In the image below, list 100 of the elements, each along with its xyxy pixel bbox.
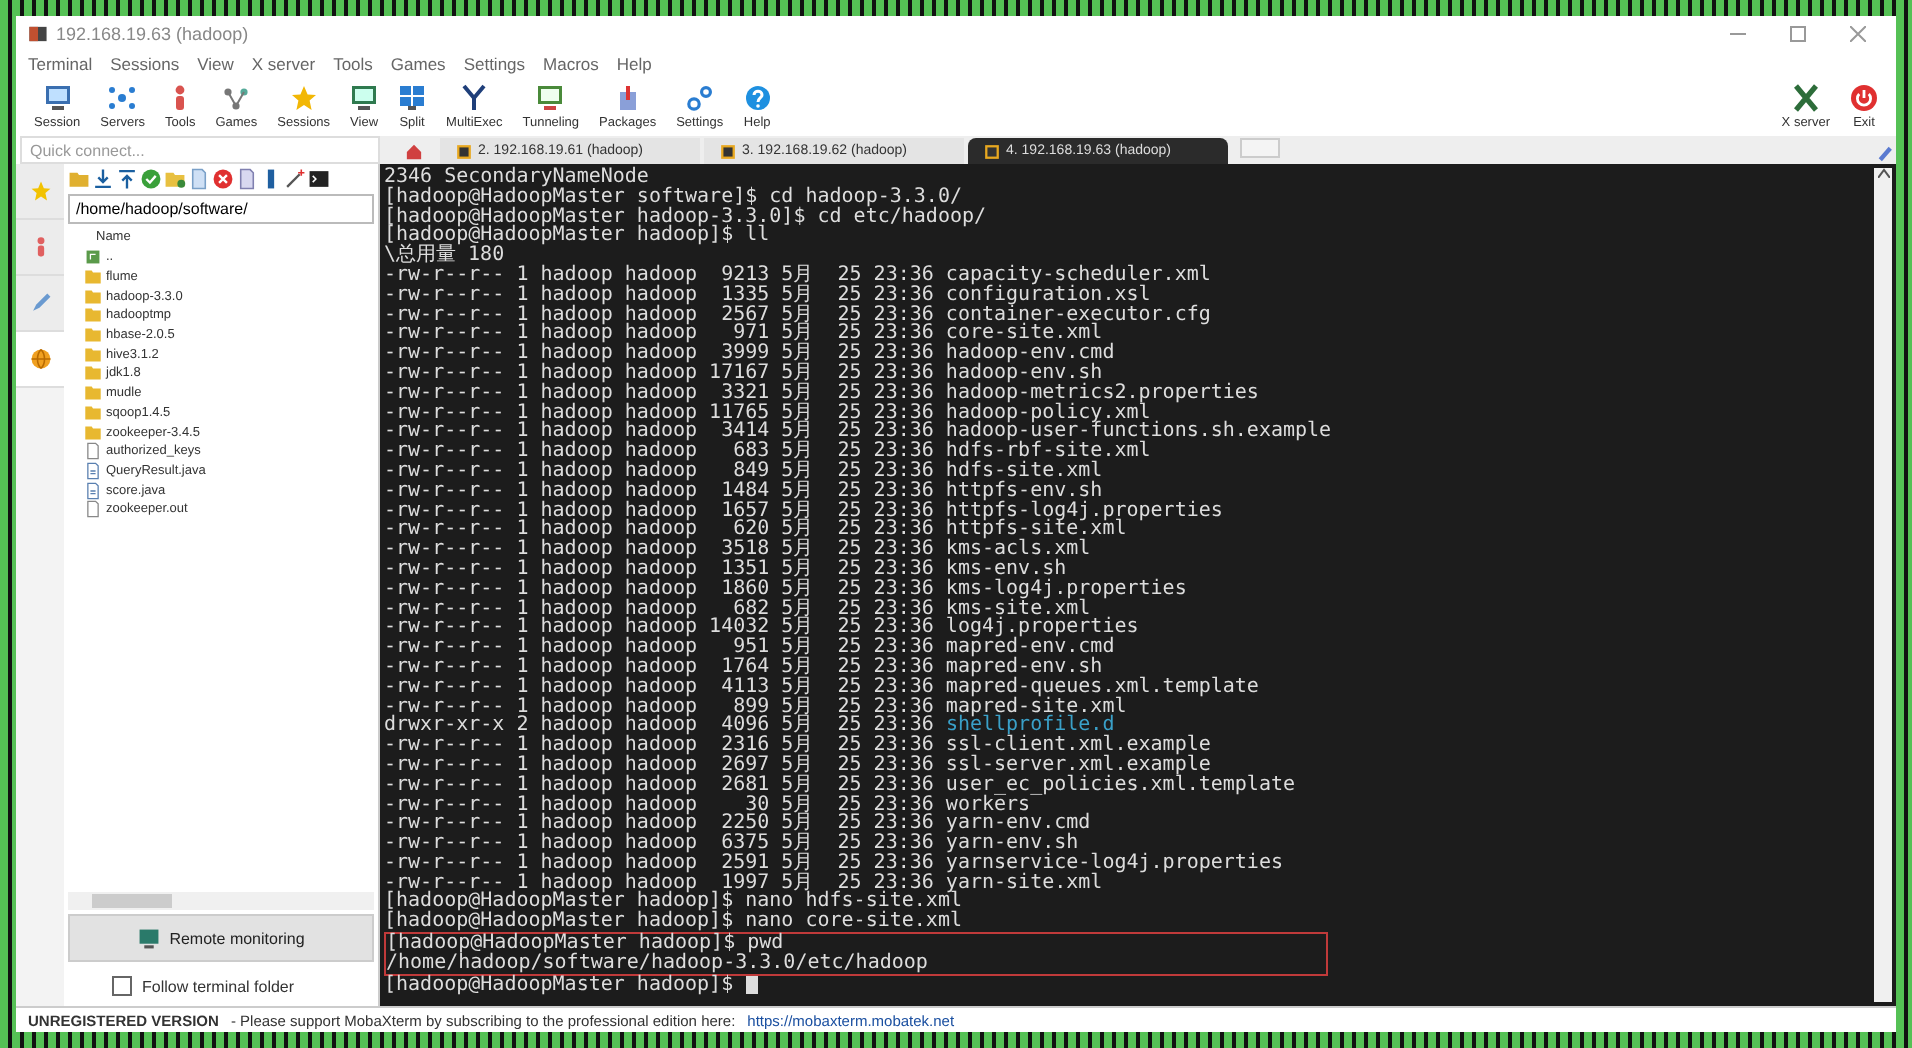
terminal-line: -rw-r--r-- 1 hadoop hadoop 30 5月 25 23:36 workers <box>384 795 1031 815</box>
terminal-line: [hadoop@HadoopMaster hadoop]$ ll <box>384 226 770 247</box>
menu-item[interactable]: Settings <box>463 54 526 74</box>
document-icon <box>84 500 102 519</box>
terminal-line: -rw-r--r-- 1 hadoop hadoop 4113 5月 25 23:36 mapred-queues.xml.template <box>384 677 1261 698</box>
terminal-line: [hadoop@HadoopMaster hadoop]$ <box>384 973 736 996</box>
star-icon <box>289 83 318 111</box>
new-tab-button[interactable] <box>1240 138 1280 158</box>
terminal-line: -rw-r--r-- 1 hadoop hadoop 1997 5月 25 23:36 yarn-site.xml <box>384 873 1103 893</box>
nodes-icon <box>222 83 251 111</box>
terminal[interactable] <box>380 164 1896 1006</box>
terminal-line: [hadoop@HadoopMaster hadoop-3.3.0]$ cd etc/hadoop/ <box>384 207 989 227</box>
terminal-line: -rw-r--r-- 1 hadoop hadoop 951 5月 25 23:36 mapred-env.cmd <box>384 638 1115 658</box>
parent-folder-icon <box>84 248 102 267</box>
terminal-line: [hadoop@HadoopMaster software]$ cd hadoop-3.3.0/ <box>384 187 962 208</box>
maximize-icon[interactable] <box>1790 26 1806 42</box>
terminal-line: -rw-r--r-- 1 hadoop hadoop 14032 5月 25 23:36 log4j.properties <box>384 618 1141 639</box>
terminal-line: -rw-r--r-- 1 hadoop hadoop 683 5月 25 23:36 hdfs-rbf-site.xml <box>384 442 1151 462</box>
sidebar-tab[interactable] <box>16 276 64 332</box>
upload-icon <box>116 168 138 190</box>
close-icon[interactable] <box>1850 26 1866 42</box>
monitor-icon <box>350 83 379 111</box>
terminal-line: -rw-r--r-- 1 hadoop hadoop 899 5月 25 23:36 mapred-site.xml <box>384 697 1127 717</box>
menu-item[interactable]: X server <box>251 54 316 74</box>
path-field[interactable]: /home/hadoop/software/ <box>68 194 374 224</box>
network-icon <box>108 83 137 111</box>
fork-icon <box>460 83 489 111</box>
vertical-scrollbar[interactable] <box>1874 168 1892 1002</box>
terminal-line: -rw-r--r-- 1 hadoop hadoop 2697 5月 25 23:36 ssl-server.xml.example <box>384 755 1211 776</box>
terminal-line: -rw-r--r-- 1 hadoop hadoop 971 5月 25 23:36 core-site.xml <box>384 324 1103 345</box>
terminal-line: -rw-r--r-- 1 hadoop hadoop 1860 5月 25 23:36 kms-log4j.properties <box>384 579 1189 600</box>
scroll-up-icon[interactable] <box>1877 168 1889 178</box>
remote-monitoring-button[interactable]: Remote monitoring <box>68 914 374 962</box>
app-icon <box>28 24 48 44</box>
terminal-line: -rw-r--r-- 1 hadoop hadoop 2591 5月 25 23:36 yarnservice-log4j.properties <box>384 853 1285 874</box>
terminal-icon <box>456 143 472 159</box>
terminal-line: [hadoop@HadoopMaster hadoop]$ pwd <box>386 934 784 954</box>
menu-item[interactable]: Tools <box>333 54 373 74</box>
terminal-line: -rw-r--r-- 1 hadoop hadoop 2681 5月 25 23:36 user_ec_policies.xml.template <box>384 775 1298 795</box>
menu-item[interactable]: Sessions <box>110 54 180 74</box>
document-icon <box>188 168 210 190</box>
power-icon <box>1850 83 1878 111</box>
folder-icon <box>164 168 186 190</box>
document-icon <box>84 461 102 480</box>
globe-icon <box>29 348 51 370</box>
terminal-line: -rw-r--r-- 1 hadoop hadoop 11765 5月 25 23:36 hadoop-policy.xml <box>384 403 1151 423</box>
terminal-icon <box>984 143 1000 159</box>
paperclip-icon <box>1876 144 1896 164</box>
star-icon <box>29 180 51 202</box>
terminal-line: -rw-r--r-- 1 hadoop hadoop 1764 5月 25 23:36 mapred-env.sh <box>384 657 1103 678</box>
x-icon <box>1791 83 1820 111</box>
split-screen-icon <box>398 83 427 111</box>
terminal-line: -rw-r--r-- 1 hadoop hadoop 9213 5月 25 23:36 capacity-scheduler.xml <box>384 265 1213 286</box>
menu-item[interactable]: View <box>197 54 234 74</box>
terminal-line: -rw-r--r-- 1 hadoop hadoop 2250 5月 25 23:36 yarn-env.cmd <box>384 814 1093 835</box>
monitor-icon <box>536 83 565 111</box>
terminal-icon <box>720 143 736 159</box>
terminal-line: /home/hadoop/software/hadoop-3.3.0/etc/hadoop <box>386 953 930 974</box>
terminal-line: drwxr-xr-x 2 hadoop hadoop 4096 5月 25 23:36 shellprofile.d <box>384 716 1115 737</box>
terminal-line: -rw-r--r-- 1 hadoop hadoop 849 5月 25 23:36 hdfs-site.xml <box>384 461 1105 482</box>
menu-item[interactable]: Macros <box>543 54 599 74</box>
terminal-line: -rw-r--r-- 1 hadoop hadoop 6375 5月 25 23:36 yarn-env.sh <box>384 834 1079 854</box>
quick-connect-field[interactable]: Quick connect... <box>20 136 380 164</box>
document-icon <box>84 481 102 500</box>
gears-icon <box>685 83 714 111</box>
document-icon <box>84 442 102 461</box>
terminal-line: 2346 SecondaryNameNode <box>384 168 649 188</box>
terminal-line: -rw-r--r-- 1 hadoop hadoop 682 5月 25 23:36 kms-site.xml <box>384 599 1091 619</box>
terminal-line: -rw-r--r-- 1 hadoop hadoop 620 5月 25 23:36 httpfs-site.xml <box>384 520 1127 541</box>
horizontal-scrollbar[interactable] <box>68 892 374 910</box>
checkbox[interactable] <box>112 976 132 996</box>
terminal-line: \总用量 180 <box>384 246 505 266</box>
terminal-line: -rw-r--r-- 1 hadoop hadoop 2567 5月 25 23:36 container-executor.cfg <box>384 305 1213 325</box>
menu-item[interactable]: Games <box>390 54 446 74</box>
terminal-line: -rw-r--r-- 1 hadoop hadoop 1335 5月 25 23:36 configuration.xsl <box>384 285 1151 306</box>
sidebar-tab[interactable] <box>16 220 64 276</box>
terminal-line: [hadoop@HadoopMaster hadoop]$ nano core-site.xml <box>384 912 964 933</box>
terminal-line: -rw-r--r-- 1 hadoop hadoop 1351 5月 25 23:36 kms-env.sh <box>384 559 1067 580</box>
folder-icon <box>68 168 90 190</box>
download-icon <box>92 168 114 190</box>
terminal-line: -rw-r--r-- 1 hadoop hadoop 3414 5月 25 23:36 hadoop-user-functions.sh.example <box>384 422 1334 443</box>
terminal-line: -rw-r--r-- 1 hadoop hadoop 2316 5月 25 23:36 ssl-client.xml.example <box>384 736 1213 756</box>
menu-item[interactable]: Terminal <box>28 54 93 74</box>
monitor-icon <box>137 927 160 949</box>
menu-item[interactable]: Help <box>616 54 652 74</box>
sidebar-tab[interactable] <box>16 332 64 388</box>
terminal-line: -rw-r--r-- 1 hadoop hadoop 1484 5月 25 23:36 httpfs-env.sh <box>384 481 1103 502</box>
checkbox-label: Follow terminal folder <box>142 977 295 995</box>
terminal-line: -rw-r--r-- 1 hadoop hadoop 3999 5月 25 23:36 hadoop-env.cmd <box>384 344 1117 364</box>
terminal-line: -rw-r--r-- 1 hadoop hadoop 3321 5月 25 23:36 hadoop-metrics2.properties <box>384 383 1261 404</box>
terminal-line: -rw-r--r-- 1 hadoop hadoop 17167 5月 25 23:36 hadoop-env.sh <box>384 363 1103 384</box>
terminal-line: [hadoop@HadoopMaster hadoop]$ nano hdfs-site.xml <box>384 892 962 913</box>
document-icon <box>236 168 258 190</box>
pencil-icon <box>29 292 51 314</box>
monitor-icon <box>43 83 72 111</box>
terminal-line: -rw-r--r-- 1 hadoop hadoop 3518 5月 25 23:36 kms-acls.xml <box>384 540 1091 560</box>
sidebar-tab[interactable] <box>16 164 64 220</box>
terminal-line: -rw-r--r-- 1 hadoop hadoop 1657 5月 25 23:36 httpfs-log4j.properties <box>384 501 1225 521</box>
help-icon <box>743 83 772 111</box>
window-title: 192.168.19.63 (hadoop) <box>56 24 249 44</box>
